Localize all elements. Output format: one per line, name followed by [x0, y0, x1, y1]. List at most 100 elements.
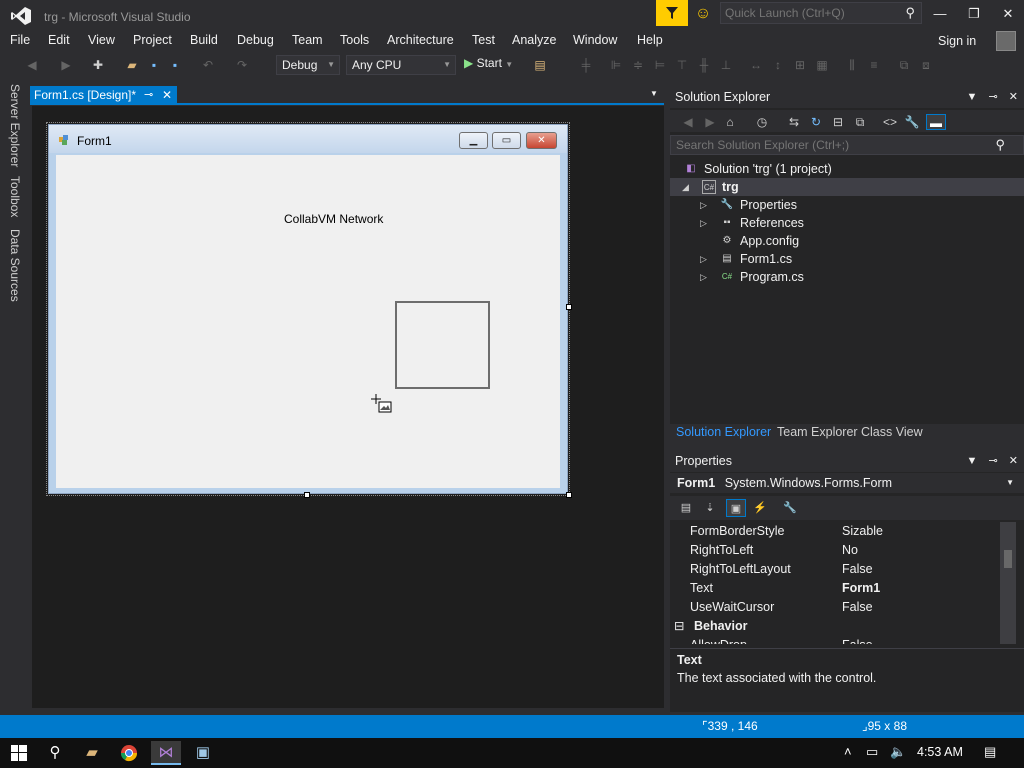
quick-launch-box[interactable]: ⚲ [720, 2, 922, 24]
categorized-icon[interactable]: ▤ [676, 499, 696, 517]
menu-view[interactable]: View [88, 33, 115, 47]
menu-test[interactable]: Test [472, 33, 495, 47]
solution-explorer-search[interactable]: ⚲ [670, 135, 1024, 155]
chevron-down-icon[interactable]: ▼ [967, 91, 978, 103]
property-row[interactable]: FormBorderStyle Sizable [670, 522, 1000, 541]
feedback-button[interactable] [656, 0, 688, 26]
sync-icon[interactable]: ⇆ [786, 114, 802, 130]
platform-dropdown[interactable]: Any CPU ▼ [346, 55, 456, 75]
collapsed-icon[interactable]: ▷ [700, 196, 707, 214]
restore-button[interactable]: ❐ [962, 4, 986, 24]
property-value[interactable]: Sizable [842, 522, 883, 541]
align-bottoms-icon[interactable]: ⊥ [718, 57, 734, 73]
collapsed-icon[interactable]: ▷ [700, 268, 707, 286]
menu-edit[interactable]: Edit [48, 33, 70, 47]
close-icon[interactable]: ✕ [1009, 91, 1018, 103]
chrome-icon[interactable] [114, 741, 144, 765]
form-maximize-button[interactable]: ▭ [492, 132, 521, 149]
menu-debug[interactable]: Debug [237, 33, 274, 47]
chevron-down-icon[interactable]: ▼ [967, 455, 978, 467]
pending-changes-icon[interactable]: ◷ [754, 114, 770, 130]
menu-help[interactable]: Help [637, 33, 663, 47]
form-minimize-button[interactable]: ▁ [459, 132, 488, 149]
property-value[interactable]: False [842, 560, 873, 579]
form-client-area[interactable]: CollabVM Network [56, 155, 560, 488]
start-debugging-button[interactable]: ▶ Start ▼ [464, 56, 513, 70]
menu-architecture[interactable]: Architecture [387, 33, 454, 47]
document-dropdown-icon[interactable]: ▼ [650, 89, 658, 98]
properties-icon[interactable]: ▣ [726, 499, 746, 517]
tab-toolbox[interactable]: Toolbox [8, 176, 22, 217]
align-rights-icon[interactable]: ⊨ [652, 57, 668, 73]
bring-to-front-icon[interactable]: ⧉ [896, 57, 912, 73]
solution-search-input[interactable] [671, 136, 971, 154]
running-app-icon[interactable]: ▣ [188, 741, 218, 765]
visual-studio-taskbar-icon[interactable]: ⋈ [151, 741, 181, 765]
search-icon[interactable]: ⚲ [40, 741, 70, 765]
volume-muted-icon[interactable]: 🔈 [890, 744, 906, 760]
windows-start-icon[interactable] [4, 741, 34, 765]
tree-item-app-config[interactable]: ⚙ App.config [670, 232, 1024, 250]
make-same-height-icon[interactable]: ↕ [770, 57, 786, 73]
tree-item-project[interactable]: ◢ C# trg [670, 178, 1024, 196]
form-window[interactable]: Form1 ▁ ▭ ✕ CollabVM Network [48, 124, 568, 494]
menu-window[interactable]: Window [573, 33, 617, 47]
resize-handle-corner[interactable] [566, 492, 572, 498]
property-row[interactable]: AllowDrop False [670, 636, 1000, 644]
tab-server-explorer[interactable]: Server Explorer [8, 84, 22, 167]
property-value[interactable]: Form1 [842, 579, 880, 598]
home-icon[interactable]: ⌂ [722, 114, 738, 130]
close-icon[interactable]: ✕ [162, 86, 172, 105]
tab-solution-explorer[interactable]: Solution Explorer [676, 425, 771, 439]
tree-item-program[interactable]: ▷ C# Program.cs [670, 268, 1024, 286]
resize-handle-bottom[interactable] [304, 492, 310, 498]
quick-launch-input[interactable] [721, 3, 891, 23]
tab-team-explorer[interactable]: Team Explorer [777, 425, 858, 439]
pin-icon[interactable]: ⊸ [144, 86, 153, 105]
save-icon[interactable]: ▪ [146, 57, 162, 73]
property-value[interactable]: No [842, 541, 858, 560]
align-tops-icon[interactable]: ⊤ [674, 57, 690, 73]
property-row[interactable]: UseWaitCursor False [670, 598, 1000, 617]
object-selector[interactable]: Form1 System.Windows.Forms.Form ▼ [670, 473, 1024, 493]
properties-scrollbar[interactable] [1000, 522, 1016, 644]
events-icon[interactable]: ⚡ [750, 499, 770, 517]
forward-icon[interactable]: ▶ [702, 114, 718, 130]
tree-item-form1[interactable]: ▷ ▤ Form1.cs [670, 250, 1024, 268]
view-code-icon[interactable]: <> [882, 114, 898, 130]
close-icon[interactable]: ✕ [1009, 455, 1018, 467]
tab-data-sources[interactable]: Data Sources [8, 229, 22, 302]
configuration-dropdown[interactable]: Debug ▼ [276, 55, 340, 75]
make-same-width-icon[interactable]: ↔ [748, 57, 764, 73]
clock[interactable]: 4:53 AM [917, 745, 963, 759]
make-same-size-icon[interactable]: ⊞ [792, 57, 808, 73]
resize-handle-right[interactable] [566, 304, 572, 310]
undo-icon[interactable]: ↶ [200, 57, 216, 73]
tree-item-references[interactable]: ▷ ▪▪ References [670, 214, 1024, 232]
property-row[interactable]: Text Form1 [670, 579, 1000, 598]
picturebox-control[interactable] [395, 301, 490, 389]
network-icon[interactable]: ▭ [866, 744, 878, 760]
file-explorer-icon[interactable]: ▰ [77, 741, 107, 765]
menu-tools[interactable]: Tools [340, 33, 369, 47]
menu-analyze[interactable]: Analyze [512, 33, 556, 47]
scrollbar-thumb[interactable] [1004, 550, 1012, 568]
open-file-icon[interactable]: ▰ [124, 57, 140, 73]
property-row[interactable]: RightToLeft No [670, 541, 1000, 560]
preview-selected-icon[interactable]: ▬ [926, 114, 946, 130]
account-icon[interactable] [996, 31, 1016, 51]
collapsed-icon[interactable]: ▷ [700, 214, 707, 232]
smiley-feedback-icon[interactable]: ☺ [692, 3, 714, 25]
notifications-icon[interactable]: ▤ [984, 744, 996, 760]
collapse-all-icon[interactable]: ⊟ [830, 114, 846, 130]
menu-team[interactable]: Team [292, 33, 323, 47]
redo-icon[interactable]: ↷ [234, 57, 250, 73]
property-row[interactable]: RightToLeftLayout False [670, 560, 1000, 579]
alphabetical-icon[interactable]: ⇣ [700, 499, 720, 517]
collapsed-icon[interactable]: ▷ [700, 250, 707, 268]
find-in-files-icon[interactable]: ▤ [532, 57, 548, 73]
search-icon[interactable]: ⚲ [905, 5, 915, 21]
search-icon[interactable]: ⚲ [995, 137, 1005, 153]
align-centers-icon[interactable]: ≑ [630, 57, 646, 73]
tab-form1-design[interactable]: Form1.cs [Design]* ⊸ ✕ [30, 86, 177, 105]
